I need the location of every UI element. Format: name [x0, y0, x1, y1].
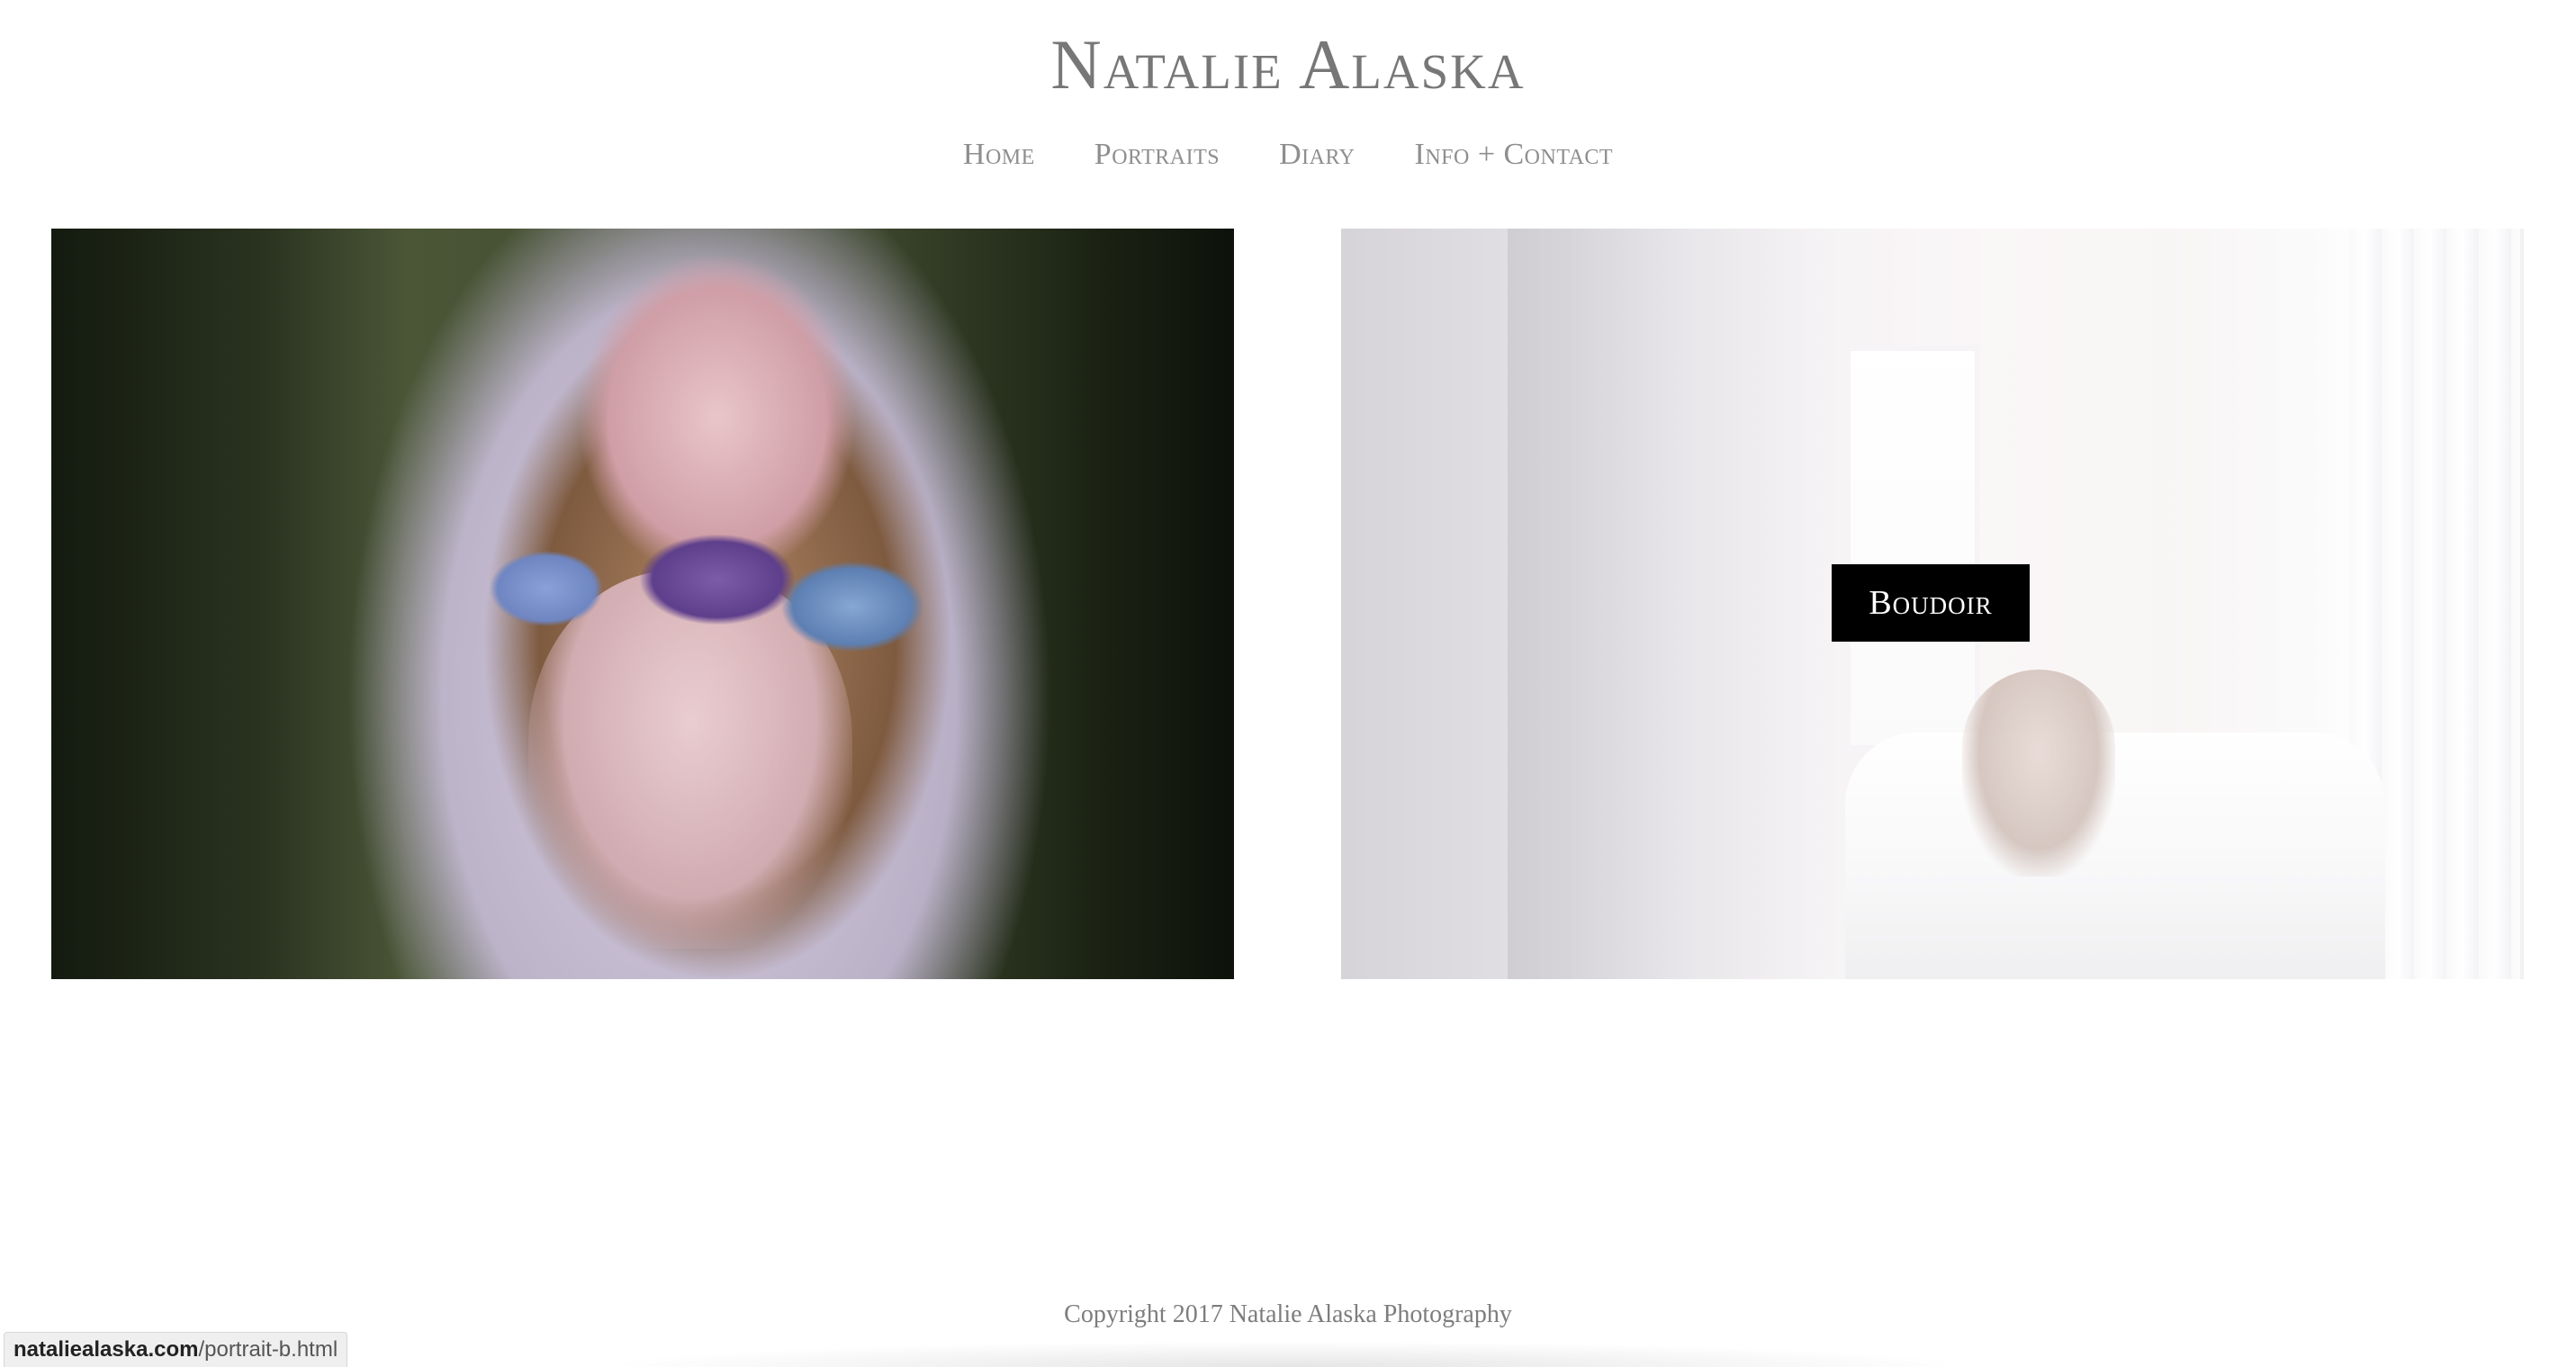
nav-item-home[interactable]: Home — [963, 133, 1035, 176]
status-url-host: nataliealaska.com — [14, 1337, 199, 1362]
nav-item-diary[interactable]: Diary — [1279, 133, 1355, 176]
page: Natalie Alaska Home Portraits Diary Info… — [0, 0, 2576, 1367]
nav-item-portraits[interactable]: Portraits — [1094, 133, 1220, 176]
site-title[interactable]: Natalie Alaska — [0, 20, 2576, 110]
gallery-caption-boudoir[interactable]: Boudoir — [1832, 564, 2030, 642]
main-nav: Home Portraits Diary Info + Contact — [0, 133, 2576, 176]
gallery-tile-veil-portrait[interactable] — [51, 229, 1234, 979]
gallery-tile-boudoir[interactable]: Boudoir — [1341, 229, 2524, 979]
footer-copyright: Copyright 2017 Natalie Alaska Photograph… — [1064, 1300, 1512, 1328]
footer-shadow — [594, 1341, 1980, 1367]
photo-bedroom: Boudoir — [1341, 229, 2524, 979]
photo-veil-portrait — [51, 229, 1234, 979]
photo-flowers-shape — [447, 508, 951, 679]
browser-status-url: nataliealaska.com/portrait-b.html — [4, 1332, 348, 1367]
status-url-path: /portrait-b.html — [198, 1337, 338, 1362]
nav-item-info-contact[interactable]: Info + Contact — [1415, 133, 1614, 176]
